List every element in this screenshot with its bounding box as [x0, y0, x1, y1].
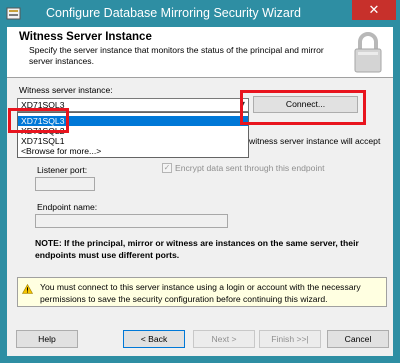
- page-header: Witness Server Instance Specify the serv…: [7, 27, 393, 78]
- warning-text: You must connect to this server instance…: [40, 282, 361, 304]
- encrypt-checkbox[interactable]: ✓: [162, 163, 172, 173]
- page-title: Witness Server Instance: [19, 31, 152, 43]
- endpoint-name-label: Endpoint name:: [37, 202, 98, 212]
- witness-server-label: Witness server instance:: [19, 85, 113, 95]
- wizard-window: Configure Database Mirroring Security Wi…: [0, 0, 400, 363]
- ports-note: NOTE: If the principal, mirror or witnes…: [35, 238, 359, 260]
- finish-button[interactable]: Finish >>|: [259, 330, 321, 348]
- next-button[interactable]: Next >: [193, 330, 255, 348]
- cancel-button[interactable]: Cancel: [327, 330, 389, 348]
- endpoint-name-field[interactable]: [35, 214, 228, 228]
- highlight-box-dropdown: [8, 108, 69, 133]
- endpoint-info-text: witness server instance will accept: [249, 136, 381, 146]
- wizard-body: Witness Server Instance Specify the serv…: [7, 27, 393, 356]
- window-title: Configure Database Mirroring Security Wi…: [46, 6, 301, 20]
- warning-icon: [22, 284, 33, 294]
- listener-port-field[interactable]: [35, 177, 95, 191]
- encrypt-label: Encrypt data sent through this endpoint: [175, 163, 325, 173]
- page-description: Specify the server instance that monitor…: [29, 45, 324, 66]
- close-button[interactable]: ✕: [352, 0, 396, 20]
- lock-icon: [354, 32, 382, 73]
- back-button[interactable]: < Back: [123, 330, 185, 348]
- highlight-box-connect: [240, 90, 366, 125]
- app-icon: [6, 7, 21, 20]
- listener-port-label: Listener port:: [37, 165, 88, 175]
- warning-message-box: You must connect to this server instance…: [17, 277, 387, 307]
- help-button[interactable]: Help: [16, 330, 78, 348]
- dropdown-option-browse[interactable]: <Browse for more...>: [18, 146, 248, 156]
- title-bar[interactable]: Configure Database Mirroring Security Wi…: [0, 0, 400, 27]
- dropdown-option[interactable]: XD71SQL1: [18, 136, 248, 146]
